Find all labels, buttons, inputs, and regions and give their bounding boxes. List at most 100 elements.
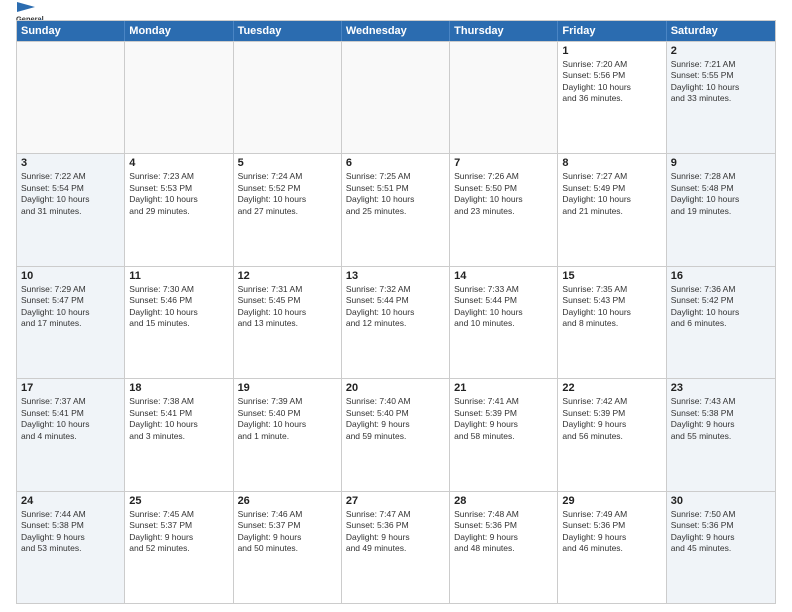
day-info: Sunrise: 7:23 AM Sunset: 5:53 PM Dayligh… <box>129 171 228 217</box>
calendar-cell: 15 Sunrise: 7:35 AM Sunset: 5:43 PM Dayli… <box>558 267 666 378</box>
calendar-row-4: 17 Sunrise: 7:37 AM Sunset: 5:41 PM Dayli… <box>17 378 775 490</box>
weekday-header-saturday: Saturday <box>667 21 775 41</box>
day-number: 5 <box>238 157 337 169</box>
day-number: 30 <box>671 495 771 507</box>
day-info: Sunrise: 7:42 AM Sunset: 5:39 PM Dayligh… <box>562 396 661 442</box>
calendar-row-5: 24 Sunrise: 7:44 AM Sunset: 5:38 PM Dayli… <box>17 491 775 603</box>
day-info: Sunrise: 7:30 AM Sunset: 5:46 PM Dayligh… <box>129 284 228 330</box>
day-number: 11 <box>129 270 228 282</box>
calendar-cell: 20Sunrise: 7:40 AM Sunset: 5:40 PM Dayli… <box>342 379 450 490</box>
weekday-header-monday: Monday <box>125 21 233 41</box>
day-info: Sunrise: 7:27 AM Sunset: 5:49 PM Dayligh… <box>562 171 661 217</box>
day-number: 27 <box>346 495 445 507</box>
calendar-row-2: 3Sunrise: 7:22 AM Sunset: 5:54 PM Daylig… <box>17 153 775 265</box>
calendar-cell: 7 Sunrise: 7:26 AM Sunset: 5:50 PM Daylig… <box>450 154 558 265</box>
day-info: Sunrise: 7:44 AM Sunset: 5:38 PM Dayligh… <box>21 509 120 555</box>
day-info: Sunrise: 7:46 AM Sunset: 5:37 PM Dayligh… <box>238 509 337 555</box>
day-number: 18 <box>129 382 228 394</box>
calendar-cell: 21 Sunrise: 7:41 AM Sunset: 5:39 PM Dayli… <box>450 379 558 490</box>
day-info: Sunrise: 7:47 AM Sunset: 5:36 PM Dayligh… <box>346 509 445 555</box>
day-info: Sunrise: 7:24 AM Sunset: 5:52 PM Dayligh… <box>238 171 337 217</box>
day-number: 29 <box>562 495 661 507</box>
calendar-cell: 16 Sunrise: 7:36 AM Sunset: 5:42 PM Dayli… <box>667 267 775 378</box>
day-info: Sunrise: 7:37 AM Sunset: 5:41 PM Dayligh… <box>21 396 120 442</box>
day-number: 13 <box>346 270 445 282</box>
day-info: Sunrise: 7:45 AM Sunset: 5:37 PM Dayligh… <box>129 509 228 555</box>
calendar-cell: 8 Sunrise: 7:27 AM Sunset: 5:49 PM Daylig… <box>558 154 666 265</box>
weekday-header-friday: Friday <box>558 21 666 41</box>
calendar-cell: 23Sunrise: 7:43 AM Sunset: 5:38 PM Dayli… <box>667 379 775 490</box>
day-number: 9 <box>671 157 771 169</box>
calendar-cell <box>17 42 125 153</box>
day-number: 19 <box>238 382 337 394</box>
day-info: Sunrise: 7:36 AM Sunset: 5:42 PM Dayligh… <box>671 284 771 330</box>
calendar-cell: 24 Sunrise: 7:44 AM Sunset: 5:38 PM Dayli… <box>17 492 125 603</box>
day-number: 17 <box>21 382 120 394</box>
calendar-cell <box>450 42 558 153</box>
day-info: Sunrise: 7:28 AM Sunset: 5:48 PM Dayligh… <box>671 171 771 217</box>
day-number: 6 <box>346 157 445 169</box>
weekday-header-tuesday: Tuesday <box>234 21 342 41</box>
calendar-cell: 6 Sunrise: 7:25 AM Sunset: 5:51 PM Daylig… <box>342 154 450 265</box>
calendar-cell: 22 Sunrise: 7:42 AM Sunset: 5:39 PM Dayli… <box>558 379 666 490</box>
day-number: 26 <box>238 495 337 507</box>
calendar-cell: 10 Sunrise: 7:29 AM Sunset: 5:47 PM Dayli… <box>17 267 125 378</box>
calendar-cell: 1Sunrise: 7:20 AM Sunset: 5:56 PM Daylig… <box>558 42 666 153</box>
calendar-cell: 13 Sunrise: 7:32 AM Sunset: 5:44 PM Dayli… <box>342 267 450 378</box>
day-info: Sunrise: 7:22 AM Sunset: 5:54 PM Dayligh… <box>21 171 120 217</box>
day-number: 21 <box>454 382 553 394</box>
calendar-cell: 5 Sunrise: 7:24 AM Sunset: 5:52 PM Daylig… <box>234 154 342 265</box>
day-info: Sunrise: 7:33 AM Sunset: 5:44 PM Dayligh… <box>454 284 553 330</box>
calendar-row-1: 1Sunrise: 7:20 AM Sunset: 5:56 PM Daylig… <box>17 41 775 153</box>
calendar-cell: 17 Sunrise: 7:37 AM Sunset: 5:41 PM Dayli… <box>17 379 125 490</box>
day-info: Sunrise: 7:29 AM Sunset: 5:47 PM Dayligh… <box>21 284 120 330</box>
calendar-cell: 26 Sunrise: 7:46 AM Sunset: 5:37 PM Dayli… <box>234 492 342 603</box>
day-info: Sunrise: 7:32 AM Sunset: 5:44 PM Dayligh… <box>346 284 445 330</box>
day-info: Sunrise: 7:31 AM Sunset: 5:45 PM Dayligh… <box>238 284 337 330</box>
calendar-body: 1Sunrise: 7:20 AM Sunset: 5:56 PM Daylig… <box>17 41 775 603</box>
calendar-cell: 30Sunrise: 7:50 AM Sunset: 5:36 PM Dayli… <box>667 492 775 603</box>
day-number: 12 <box>238 270 337 282</box>
calendar-cell: 25 Sunrise: 7:45 AM Sunset: 5:37 PM Dayli… <box>125 492 233 603</box>
weekday-header-wednesday: Wednesday <box>342 21 450 41</box>
day-info: Sunrise: 7:38 AM Sunset: 5:41 PM Dayligh… <box>129 396 228 442</box>
calendar-cell: 18 Sunrise: 7:38 AM Sunset: 5:41 PM Dayli… <box>125 379 233 490</box>
logo-triangle-icon <box>17 0 35 16</box>
day-info: Sunrise: 7:48 AM Sunset: 5:36 PM Dayligh… <box>454 509 553 555</box>
day-number: 14 <box>454 270 553 282</box>
calendar-cell: 4 Sunrise: 7:23 AM Sunset: 5:53 PM Daylig… <box>125 154 233 265</box>
day-number: 10 <box>21 270 120 282</box>
calendar-cell <box>342 42 450 153</box>
day-number: 4 <box>129 157 228 169</box>
day-number: 22 <box>562 382 661 394</box>
calendar-cell: 29Sunrise: 7:49 AM Sunset: 5:36 PM Dayli… <box>558 492 666 603</box>
day-info: Sunrise: 7:21 AM Sunset: 5:55 PM Dayligh… <box>671 59 771 105</box>
calendar-row-3: 10 Sunrise: 7:29 AM Sunset: 5:47 PM Dayli… <box>17 266 775 378</box>
calendar: SundayMondayTuesdayWednesdayThursdayFrid… <box>16 20 776 604</box>
day-info: Sunrise: 7:35 AM Sunset: 5:43 PM Dayligh… <box>562 284 661 330</box>
day-number: 28 <box>454 495 553 507</box>
day-number: 20 <box>346 382 445 394</box>
day-number: 7 <box>454 157 553 169</box>
day-number: 16 <box>671 270 771 282</box>
calendar-cell: 14 Sunrise: 7:33 AM Sunset: 5:44 PM Dayli… <box>450 267 558 378</box>
day-info: Sunrise: 7:39 AM Sunset: 5:40 PM Dayligh… <box>238 396 337 442</box>
calendar-cell <box>234 42 342 153</box>
weekday-header-sunday: Sunday <box>17 21 125 41</box>
calendar-cell: 28 Sunrise: 7:48 AM Sunset: 5:36 PM Dayli… <box>450 492 558 603</box>
calendar-cell <box>125 42 233 153</box>
calendar-cell: 2Sunrise: 7:21 AM Sunset: 5:55 PM Daylig… <box>667 42 775 153</box>
day-number: 23 <box>671 382 771 394</box>
weekday-header-thursday: Thursday <box>450 21 558 41</box>
day-info: Sunrise: 7:26 AM Sunset: 5:50 PM Dayligh… <box>454 171 553 217</box>
calendar-cell: 9 Sunrise: 7:28 AM Sunset: 5:48 PM Daylig… <box>667 154 775 265</box>
calendar-header: SundayMondayTuesdayWednesdayThursdayFrid… <box>17 21 775 41</box>
day-info: Sunrise: 7:41 AM Sunset: 5:39 PM Dayligh… <box>454 396 553 442</box>
day-number: 8 <box>562 157 661 169</box>
calendar-cell: 12 Sunrise: 7:31 AM Sunset: 5:45 PM Dayli… <box>234 267 342 378</box>
day-info: Sunrise: 7:25 AM Sunset: 5:51 PM Dayligh… <box>346 171 445 217</box>
day-number: 24 <box>21 495 120 507</box>
day-number: 25 <box>129 495 228 507</box>
day-number: 15 <box>562 270 661 282</box>
calendar-cell: 19 Sunrise: 7:39 AM Sunset: 5:40 PM Dayli… <box>234 379 342 490</box>
